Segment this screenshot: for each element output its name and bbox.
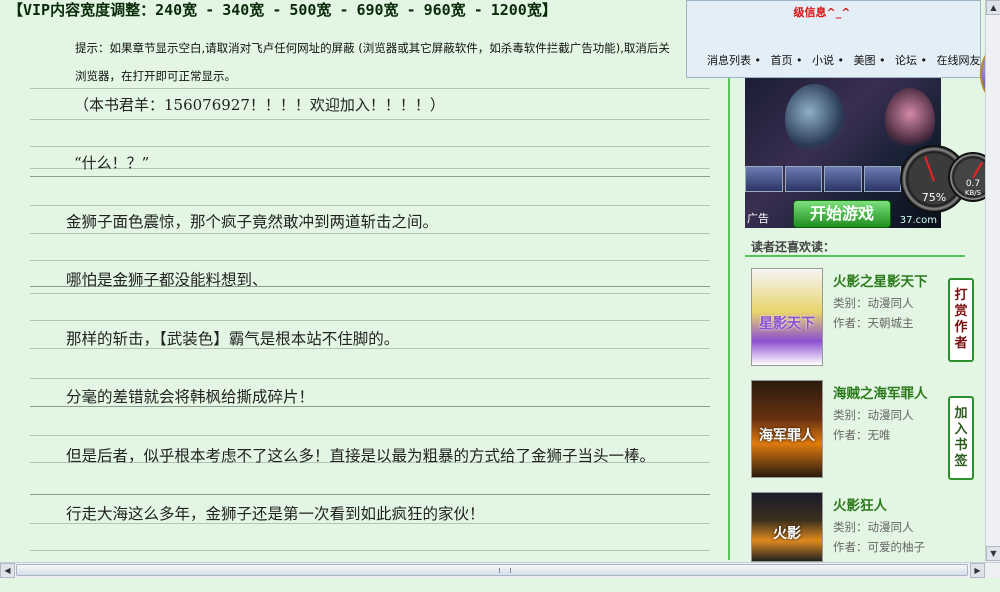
width-option-500[interactable]: 500宽 (289, 1, 331, 19)
gauge-needle (972, 161, 983, 179)
add-bookmark-button[interactable]: 加入书签 (948, 396, 974, 480)
scroll-grip-icon (499, 568, 511, 573)
sidebar: 开始游戏 广告 37.com 读者还喜欢读： 星影天下 火影之星影天下 类别：动… (745, 70, 965, 562)
book-title-link[interactable]: 海贼之海军罪人 (833, 382, 928, 402)
book-author: 作者：无唯 (833, 428, 891, 442)
cover-title: 星影天下 (759, 316, 815, 332)
book-cover-image[interactable]: 海军罪人 (751, 380, 823, 478)
separator: - (272, 1, 282, 19)
ad-character-image (785, 84, 845, 154)
book-author: 作者：可爱的柚子 (833, 540, 925, 554)
width-option-1200[interactable]: 1200宽 (491, 1, 542, 19)
start-game-button[interactable]: 开始游戏 (793, 200, 891, 228)
book-category: 类别：动漫同人 (833, 520, 914, 534)
ruled-line (30, 205, 710, 206)
paragraph: 行走大海这么多年，金狮子还是第一次看到如此疯狂的家伙！ (66, 505, 485, 523)
cover-title: 海军罪人 (759, 428, 815, 444)
ruled-line (30, 176, 710, 177)
ruled-line (30, 550, 710, 551)
popup-link-novel[interactable]: 小说 • (812, 54, 844, 67)
width-option-340[interactable]: 340宽 (222, 1, 264, 19)
ruled-line (30, 378, 710, 379)
message-popup: 级信息^_^ 消息列表 • 首页 • 小说 • 美图 • 论坛 • 在线网友 (686, 0, 981, 78)
ad-thumbnail (824, 166, 862, 192)
book-title-link[interactable]: 火影之星影天下 (833, 270, 928, 290)
cover-title: 火影 (773, 526, 801, 542)
tip-line-2: 浏览器，在打开即可正常显示。 (75, 69, 236, 83)
ad-character-image (885, 88, 935, 153)
ruled-line (30, 119, 710, 120)
paragraph: 那样的斩击，【武装色】霸气是根本站不住脚的。 (66, 330, 400, 348)
horizontal-scrollbar[interactable]: ◀ ▶ (0, 562, 1000, 578)
ad-brand: 37.com (899, 215, 937, 226)
width-option-690[interactable]: 690宽 (356, 1, 398, 19)
ruled-line (30, 260, 710, 261)
width-adjust-close: 】 (541, 1, 557, 19)
width-adjust-label: 【VIP内容宽度调整： (8, 1, 156, 19)
ruled-line (30, 320, 710, 321)
separator: - (339, 1, 349, 19)
gauge-needle (924, 156, 935, 182)
popup-link-forum[interactable]: 论坛 • (895, 54, 927, 67)
paragraph: 分毫的差错就会将韩枫给撕成碎片！ (66, 388, 315, 406)
separator: - (205, 1, 215, 19)
tip-line-1: 提示：如果章节显示空白,请取消对飞卢任何网址的屏蔽 (浏览器或其它屏蔽软件，如杀… (75, 41, 670, 55)
ruled-line (30, 233, 710, 234)
ruled-line (30, 435, 710, 436)
ad-thumbnail (863, 166, 902, 192)
popup-links: 消息列表 • 首页 • 小说 • 美图 • 论坛 • 在线网友 (707, 52, 987, 68)
tip-notice: 提示：如果章节显示空白,请取消对飞卢任何网址的屏蔽 (浏览器或其它屏蔽软件，如杀… (75, 34, 695, 90)
popup-link-online[interactable]: 在线网友 (937, 54, 981, 67)
book-category: 类别：动漫同人 (833, 408, 914, 422)
ruled-line (30, 494, 710, 495)
scroll-right-arrow-icon[interactable]: ▶ (970, 563, 985, 578)
width-adjust-bar: 【VIP内容宽度调整：240宽 -340宽 -500宽 -690宽 -960宽 -1200… (8, 0, 688, 22)
book-cover-image[interactable]: 火影 (751, 492, 823, 562)
paragraph: 但是后者，似乎根本考虑不了这么多！直接是以最为粗暴的方式给了金狮子当头一棒。 (66, 447, 656, 465)
paragraph: 金狮子面色震惊，那个疯子竟然敢冲到两道斩击之间。 (66, 213, 439, 231)
chapter-content: 提示：如果章节显示空白,请取消对飞卢任何网址的屏蔽 (浏览器或其它屏蔽软件，如杀… (30, 28, 710, 568)
ad-thumbnail (784, 166, 823, 192)
book-category: 类别：动漫同人 (833, 296, 914, 310)
recommend-divider (745, 255, 965, 257)
recommend-book[interactable]: 海军罪人 海贼之海军罪人 类别：动漫同人 作者：无唯 (751, 380, 961, 480)
popup-link-messages[interactable]: 消息列表 • (707, 54, 761, 67)
separator: - (473, 1, 483, 19)
vertical-scrollbar[interactable]: ▲ ▼ (985, 0, 1000, 562)
column-divider (728, 70, 730, 560)
ruled-line (30, 146, 710, 147)
recommend-heading: 读者还喜欢读： (751, 240, 836, 254)
book-author: 作者：天朝城主 (833, 316, 914, 330)
ad-thumbnail (745, 166, 783, 192)
paragraph: （本书君羊：156076927！！！！欢迎加入！！！！） (74, 96, 445, 114)
scroll-up-arrow-icon[interactable]: ▲ (986, 0, 1000, 15)
ruled-line (30, 293, 710, 294)
ad-label: 广告 (747, 212, 769, 225)
paragraph: 哪怕是金狮子都没能料想到、 (66, 271, 268, 289)
width-option-960[interactable]: 960宽 (424, 1, 466, 19)
book-cover-image[interactable]: 星影天下 (751, 268, 823, 366)
ruled-line (30, 88, 710, 89)
popup-link-home[interactable]: 首页 • (771, 54, 803, 67)
recommend-book[interactable]: 星影天下 火影之星影天下 类别：动漫同人 作者：天朝城主 (751, 268, 961, 368)
width-option-240[interactable]: 240宽 (155, 1, 197, 19)
paragraph: “什么！？” (74, 154, 150, 172)
reward-author-button[interactable]: 打赏作者 (948, 278, 974, 362)
scroll-down-arrow-icon[interactable]: ▼ (986, 546, 1000, 561)
horizontal-scroll-thumb[interactable] (16, 564, 968, 576)
popup-title: 级信息^_^ (793, 6, 851, 19)
separator: - (406, 1, 416, 19)
popup-link-gallery[interactable]: 美图 • (854, 54, 886, 67)
book-title-link[interactable]: 火影狂人 (833, 494, 887, 514)
scroll-left-arrow-icon[interactable]: ◀ (0, 563, 15, 578)
